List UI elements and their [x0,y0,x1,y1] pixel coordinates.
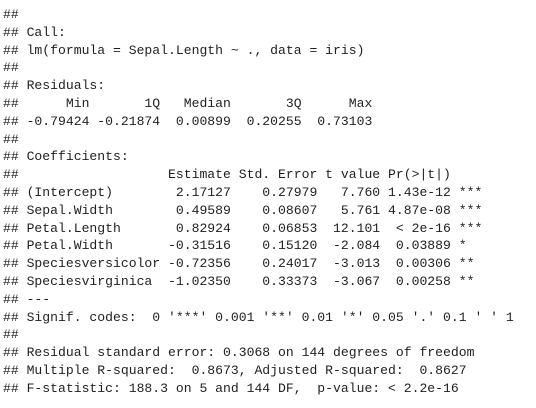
blank-line: ## [3,60,19,76]
blank-line: ## [3,327,19,343]
coef-row-sepal-width: ## Sepal.Width 0.49589 0.08607 5.761 4.8… [3,202,483,218]
residuals-values-row: ## -0.79424 -0.21874 0.00899 0.20255 0.7… [3,113,373,129]
coef-row-speciesvirginica: ## Speciesvirginica -1.02350 0.33373 -3.… [3,273,475,289]
blank-line: ## [3,7,19,22]
f-statistic-line: ## F-statistic: 188.3 on 5 and 144 DF, p… [3,380,459,396]
coefficients-heading: ## Coefficients: [3,149,129,165]
r-squared-line: ## Multiple R-squared: 0.8673, Adjusted … [3,362,467,378]
separator-line: ## --- [3,291,51,307]
r-console-output: ## ## Call: ## lm(formula = Sepal.Length… [3,6,533,402]
call-formula: ## lm(formula = Sepal.Length ~ ., data =… [3,42,365,58]
coef-row-intercept: ## (Intercept) 2.17127 0.27979 7.760 1.4… [3,184,483,200]
residuals-header-row: ## Min 1Q Median 3Q Max [3,95,373,111]
coef-row-petal-length: ## Petal.Length 0.82924 0.06853 12.101 <… [3,220,483,236]
coefficients-header-row: ## Estimate Std. Error t value Pr(>|t|) [3,167,451,183]
call-heading: ## Call: [3,24,66,40]
residuals-heading: ## Residuals: [3,78,106,94]
blank-line: ## [3,131,19,147]
coef-row-petal-width: ## Petal.Width -0.31516 0.15120 -2.084 0… [3,238,467,254]
residual-standard-error-line: ## Residual standard error: 0.3068 on 14… [3,345,475,361]
coef-row-speciesversicolor: ## Speciesversicolor -0.72356 0.24017 -3… [3,256,475,272]
signif-codes-line: ## Signif. codes: 0 '***' 0.001 '**' 0.0… [3,309,514,325]
